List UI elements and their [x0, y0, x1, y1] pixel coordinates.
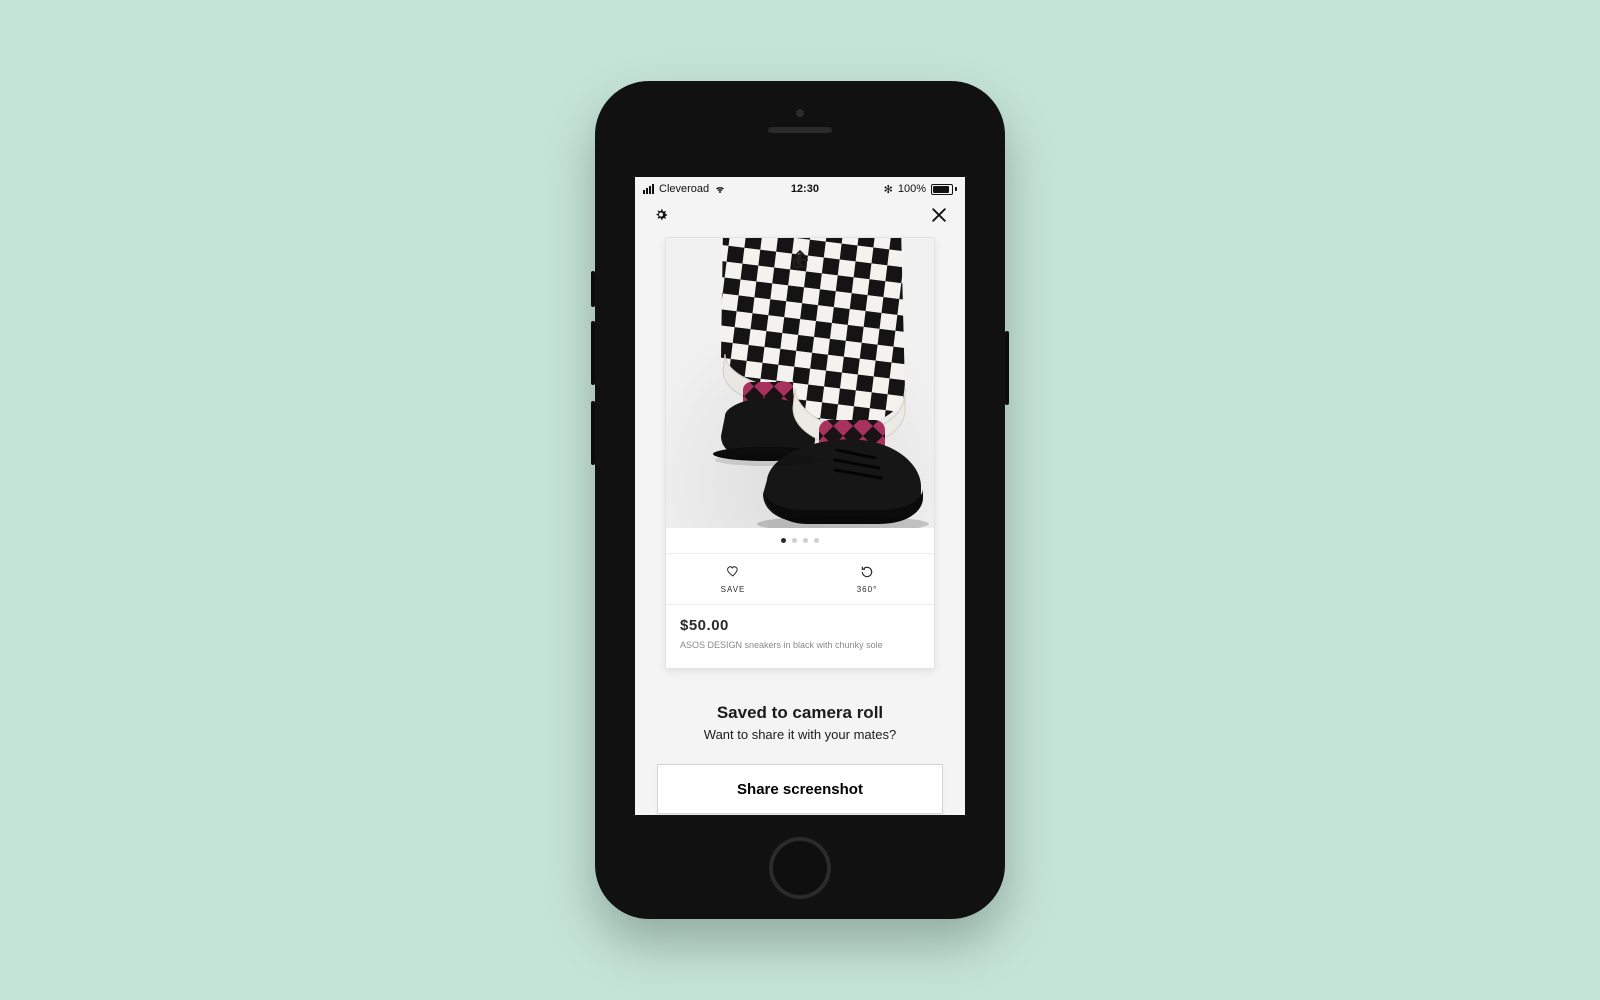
pager-dot[interactable] [792, 538, 797, 543]
screen: Cleveroad 12:30 ✻ 100% [635, 177, 965, 815]
camera-dot [796, 109, 804, 117]
product-info: $50.00 ASOS DESIGN sneakers in black wit… [666, 605, 934, 668]
product-name: ASOS DESIGN sneakers in black with chunk… [680, 640, 920, 650]
pager-dot[interactable] [803, 538, 808, 543]
image-pager[interactable] [666, 538, 934, 543]
vol-up [591, 321, 595, 385]
bluetooth-icon: ✻ [884, 183, 893, 196]
header-row [635, 199, 965, 227]
card-actions: SAVE 360° [666, 553, 934, 605]
heart-icon [725, 564, 741, 580]
price: $50.00 [680, 617, 920, 634]
battery-icon [931, 184, 957, 195]
save-button[interactable]: SAVE [666, 554, 800, 604]
stage: Cleveroad 12:30 ✻ 100% [0, 0, 1600, 1000]
wifi-icon [714, 183, 726, 195]
product-photo[interactable] [666, 238, 934, 528]
earpiece [768, 127, 832, 133]
mute-switch [591, 271, 595, 307]
signal-icon [643, 184, 654, 194]
rotate-360-button[interactable]: 360° [800, 554, 934, 604]
pager-dot[interactable] [781, 538, 786, 543]
status-bar: Cleveroad 12:30 ✻ 100% [635, 177, 965, 199]
share-icon[interactable] [900, 248, 924, 272]
carrier-label: Cleveroad [659, 183, 709, 195]
sheet-subtitle: Want to share it with your mates? [635, 727, 965, 742]
rotate-label: 360° [857, 585, 878, 594]
rotate-icon [859, 564, 875, 580]
power-button [1005, 331, 1009, 405]
pager-dot[interactable] [814, 538, 819, 543]
clock: 12:30 [791, 183, 819, 195]
phone-frame: Cleveroad 12:30 ✻ 100% [595, 81, 1005, 919]
screenshot-card: SAVE 360° $50.00 ASOS DESIGN sneakers in… [665, 237, 935, 669]
vol-down [591, 401, 595, 465]
battery-label: 100% [898, 183, 926, 195]
share-screenshot-button[interactable]: Share screenshot [657, 764, 943, 814]
save-label: SAVE [721, 585, 746, 594]
close-icon[interactable] [927, 203, 951, 227]
share-sheet: Saved to camera roll Want to share it wi… [635, 703, 965, 742]
sheet-title: Saved to camera roll [635, 703, 965, 723]
gear-icon[interactable] [649, 203, 673, 227]
home-button[interactable] [769, 837, 831, 899]
share-button-label: Share screenshot [737, 781, 863, 798]
